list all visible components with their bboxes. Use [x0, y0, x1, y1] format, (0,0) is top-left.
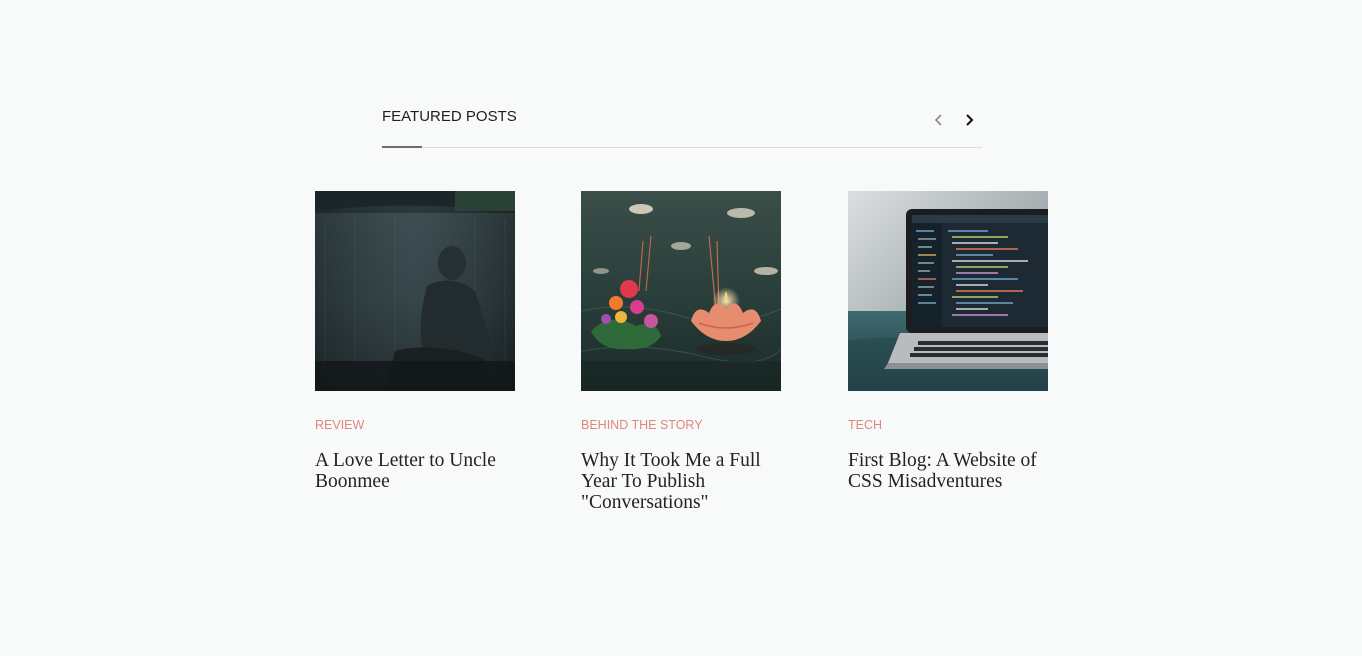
post-card: TECH First Blog: A Website of CSS Misadv… — [848, 191, 1048, 492]
post-title[interactable]: First Blog: A Website of CSS Misadventur… — [848, 450, 1048, 492]
carousel-prev-button[interactable] — [929, 110, 949, 130]
section-divider-accent — [382, 146, 422, 148]
chevron-right-icon — [966, 114, 974, 126]
section-divider — [382, 147, 982, 148]
post-card: BEHIND THE STORY Why It Took Me a Full Y… — [581, 191, 781, 513]
post-thumbnail[interactable] — [848, 191, 1048, 391]
post-thumbnail[interactable] — [315, 191, 515, 391]
post-category[interactable]: BEHIND THE STORY — [581, 417, 703, 433]
section-title: FEATURED POSTS — [382, 108, 517, 125]
chevron-left-icon — [934, 114, 942, 126]
post-thumbnail[interactable] — [581, 191, 781, 391]
post-category[interactable]: REVIEW — [315, 417, 364, 433]
person-under-mosquito-net-image — [315, 191, 515, 391]
featured-posts-header: FEATURED POSTS — [382, 100, 982, 149]
post-card: REVIEW A Love Letter to Uncle Boonmee — [315, 191, 515, 492]
carousel-next-button[interactable] — [959, 110, 979, 130]
laptop-with-code-image — [848, 191, 1048, 391]
post-category[interactable]: TECH — [848, 417, 882, 433]
post-title[interactable]: A Love Letter to Uncle Boonmee — [315, 450, 515, 492]
post-title[interactable]: Why It Took Me a Full Year To Publish "C… — [581, 450, 781, 513]
floating-lotus-candle-image — [581, 191, 781, 391]
